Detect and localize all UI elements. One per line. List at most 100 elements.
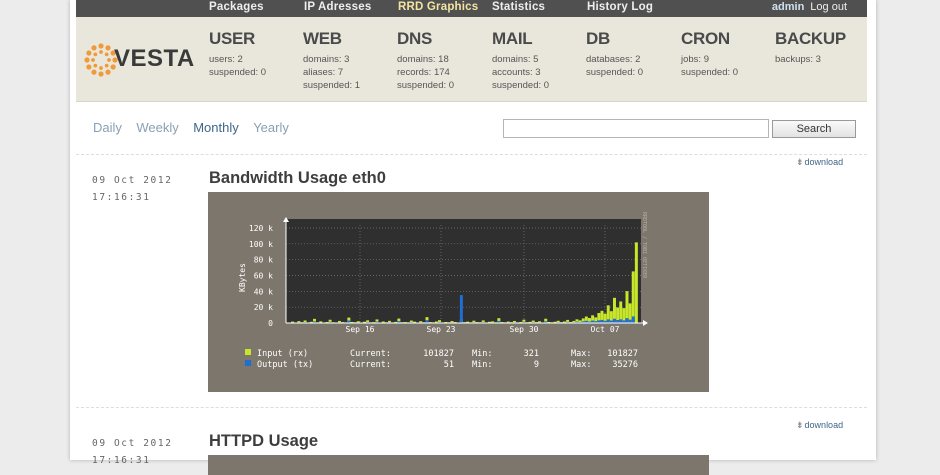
stat-line: suspended: 0 — [397, 80, 455, 91]
output-bar — [631, 316, 635, 323]
logo-dot — [93, 52, 98, 57]
logo-dot — [86, 50, 92, 56]
stat-user[interactable]: USER users: 2 suspended: 0 — [209, 29, 266, 79]
username-link[interactable]: admin — [772, 1, 804, 13]
logo-dot — [98, 43, 104, 49]
logo-dot — [104, 63, 109, 68]
stat-line: suspended: 0 — [209, 67, 267, 78]
stat-title: CRON — [681, 29, 730, 48]
graph-date: 09 Oct 2012 — [92, 175, 173, 186]
user-area: admin Log out — [772, 1, 847, 13]
stat-title: DNS — [397, 29, 432, 48]
tab-weekly[interactable]: Weekly — [136, 120, 178, 135]
graph-timestamp: 09 Oct 2012 17:16:31 — [92, 435, 173, 469]
download-link[interactable]: ⇟download — [796, 157, 843, 168]
logo-dot — [107, 58, 111, 62]
logo-dot — [84, 57, 90, 63]
tab-yearly[interactable]: Yearly — [253, 120, 289, 135]
output-bar — [613, 318, 616, 323]
nav-statistics[interactable]: Statistics — [492, 1, 545, 13]
stat-dns[interactable]: DNS domains: 18 records: 174 suspended: … — [397, 29, 454, 92]
divider — [76, 154, 867, 155]
search-button[interactable]: Search — [772, 120, 856, 138]
stat-title: BACKUP — [775, 29, 846, 48]
period-tabs: Daily Weekly Monthly Yearly — [93, 119, 299, 137]
stat-line: suspended: 0 — [681, 67, 739, 78]
x-tick-label: Sep 23 — [427, 325, 456, 334]
stat-line: records: 174 — [397, 67, 450, 78]
search-input[interactable] — [503, 119, 769, 138]
legend-current-value: 51 — [444, 360, 454, 370]
logo-dot — [105, 69, 111, 75]
tab-daily[interactable]: Daily — [93, 120, 122, 135]
rrdtool-credit: RRDTOOL / TOBI OETIKER — [641, 212, 647, 279]
graph-title: HTTPD Usage — [209, 432, 319, 450]
stat-line: domains: 5 — [492, 54, 539, 65]
nav-rrd-graphics[interactable]: RRD Graphics — [398, 1, 478, 13]
stat-web[interactable]: WEB domains: 3 aliases: 7 suspended: 1 — [303, 29, 360, 92]
bandwidth-chart: 120 k 100 k 80 k 60 k 40 k 20 k 0 Sep 16 Sep 23 S… — [238, 212, 648, 370]
legend-min-value: 9 — [534, 360, 539, 370]
graph-title: Bandwidth Usage eth0 — [209, 169, 386, 187]
graph-date: 09 Oct 2012 — [92, 438, 173, 449]
logo-text: VESTA — [114, 45, 195, 72]
stat-line: suspended: 1 — [303, 80, 361, 91]
x-tick-label: Sep 30 — [510, 325, 539, 334]
output-bar — [625, 318, 629, 323]
download-label: download — [804, 420, 844, 430]
nav-packages[interactable]: Packages — [209, 1, 264, 13]
stats-band: VESTA USER users: 2 suspended: 0 WEB dom… — [76, 17, 867, 102]
stat-line: jobs: 9 — [681, 54, 709, 65]
legend-name: Input (rx) — [257, 349, 308, 359]
output-bar — [619, 319, 623, 323]
legend-name: Output (tx) — [257, 360, 313, 370]
stat-cron[interactable]: CRON jobs: 9 suspended: 0 — [681, 29, 738, 79]
stat-db[interactable]: DB databases: 2 suspended: 0 — [586, 29, 643, 79]
divider — [76, 407, 867, 408]
legend-swatch-tx — [245, 360, 251, 366]
legend-current-value: 101827 — [423, 349, 454, 359]
stat-backup[interactable]: BACKUP backups: 3 — [775, 29, 846, 66]
stat-line: databases: 2 — [586, 54, 641, 65]
bandwidth-graph: 120 k 100 k 80 k 60 k 40 k 20 k 0 Sep 16 Sep 23 S… — [208, 192, 709, 392]
stat-line: aliases: 7 — [303, 67, 344, 78]
logo-dot — [98, 71, 104, 77]
logo-dot — [91, 58, 95, 62]
legend-min-label: Min: — [472, 349, 492, 359]
y-tick-label: 60 k — [254, 272, 273, 281]
nav-ip-addresses[interactable]: IP Adresses — [304, 1, 371, 13]
stat-line: suspended: 0 — [586, 67, 644, 78]
stat-line: domains: 18 — [397, 54, 449, 65]
logo-dot — [93, 63, 98, 68]
logo-dot — [91, 45, 97, 51]
legend-min-value: 321 — [524, 349, 539, 359]
legend-max-value: 101827 — [607, 349, 638, 359]
legend-swatch-rx — [245, 349, 251, 355]
graph-time: 17:16:31 — [92, 455, 151, 466]
logout-link[interactable]: Log out — [810, 1, 847, 13]
vesta-logo[interactable]: VESTA — [84, 43, 194, 82]
page-container: Packages IP Adresses RRD Graphics Statis… — [70, 0, 876, 475]
x-tick-label: Sep 16 — [346, 325, 375, 334]
graph-time: 17:16:31 — [92, 192, 151, 203]
logo-dot — [86, 64, 92, 70]
legend-max-label: Max: — [571, 349, 591, 359]
output-bar — [606, 319, 610, 323]
legend-max-label: Max: — [571, 360, 591, 370]
input-bar — [631, 271, 635, 323]
nav-history-log[interactable]: History Log — [587, 1, 653, 13]
logo-icon — [84, 43, 118, 77]
input-bar — [634, 242, 638, 323]
legend-max-value: 35276 — [612, 360, 638, 370]
download-link[interactable]: ⇟download — [796, 420, 843, 431]
y-tick-label: 0 — [268, 319, 273, 328]
logo-dot — [105, 45, 111, 51]
stat-line: users: 2 — [209, 54, 243, 65]
download-icon: ⇟ — [796, 157, 804, 167]
logo-dot — [104, 52, 109, 57]
download-icon: ⇟ — [796, 420, 804, 430]
logo-dot — [99, 66, 103, 70]
tab-monthly[interactable]: Monthly — [193, 120, 239, 135]
y-axis-label: KBytes — [238, 263, 247, 292]
stat-mail[interactable]: MAIL domains: 5 accounts: 3 suspended: 0 — [492, 29, 549, 92]
